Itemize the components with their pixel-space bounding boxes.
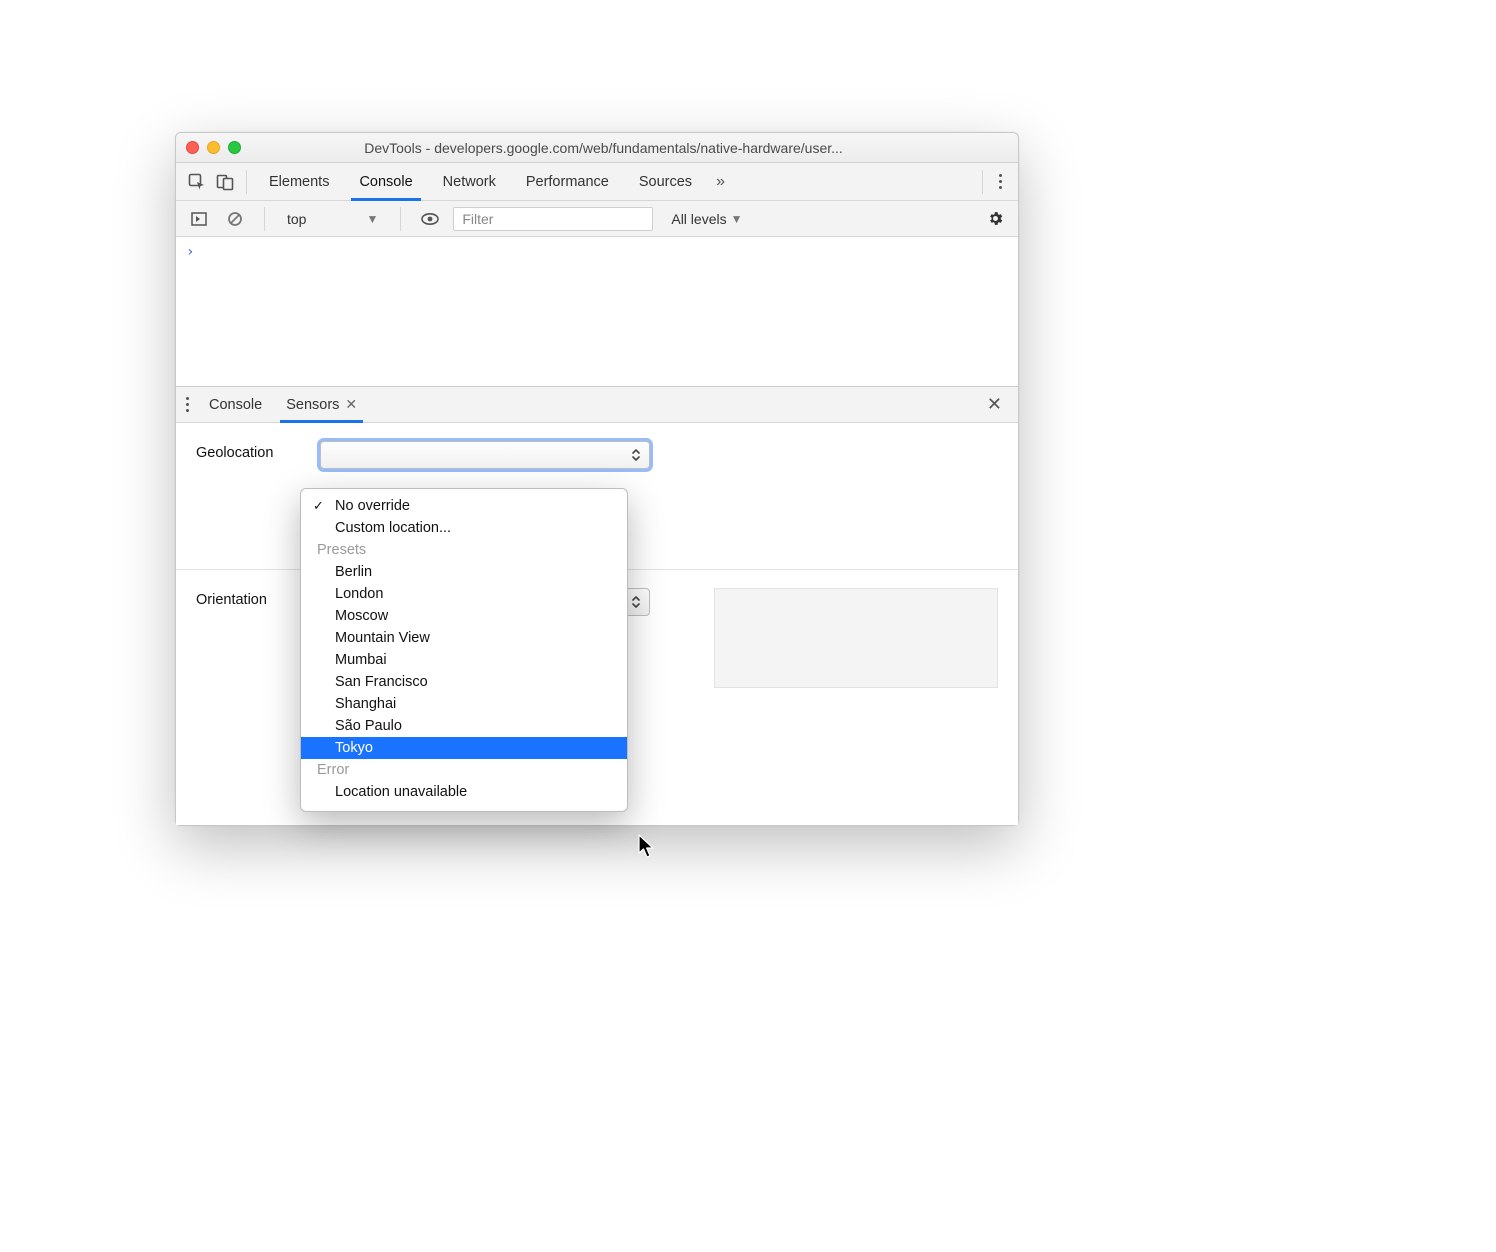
- tab-network[interactable]: Network: [429, 163, 510, 200]
- geo-preset-moscow[interactable]: Moscow: [301, 605, 627, 627]
- geo-preset-sao-paulo[interactable]: São Paulo: [301, 715, 627, 737]
- geo-preset-san-francisco[interactable]: San Francisco: [301, 671, 627, 693]
- geo-preset-tokyo[interactable]: Tokyo: [301, 737, 627, 759]
- console-output[interactable]: ›: [176, 237, 1018, 387]
- tabs-overflow-icon[interactable]: »: [708, 173, 733, 191]
- separator: [264, 207, 265, 231]
- dropdown-triangle-icon: ▼: [366, 212, 378, 226]
- geo-option-no-override[interactable]: No override: [301, 495, 627, 517]
- close-tab-icon[interactable]: ✕: [345, 396, 357, 413]
- geo-preset-london[interactable]: London: [301, 583, 627, 605]
- separator: [246, 170, 247, 194]
- separator: [982, 170, 983, 194]
- drawer-tab-label: Sensors: [286, 397, 339, 413]
- execution-context-select[interactable]: top ▼: [281, 209, 384, 229]
- main-tab-bar: Elements Console Network Performance Sou…: [176, 163, 1018, 201]
- console-toolbar: top ▼ All levels ▼: [176, 201, 1018, 237]
- geo-preset-mumbai[interactable]: Mumbai: [301, 649, 627, 671]
- minimize-window-button[interactable]: [207, 141, 220, 154]
- drawer-tab-bar: Console Sensors ✕ ✕: [176, 387, 1018, 423]
- select-arrows-icon: [631, 595, 641, 609]
- drawer-menu-button[interactable]: [182, 397, 197, 412]
- live-expression-icon[interactable]: [417, 206, 443, 232]
- close-window-button[interactable]: [186, 141, 199, 154]
- console-settings-icon[interactable]: [982, 206, 1008, 232]
- console-sidebar-toggle-icon[interactable]: [186, 206, 212, 232]
- orientation-label: Orientation: [196, 588, 306, 608]
- geolocation-label: Geolocation: [196, 441, 306, 461]
- geo-group-error: Error: [301, 759, 627, 781]
- separator: [400, 207, 401, 231]
- tab-performance[interactable]: Performance: [512, 163, 623, 200]
- geolocation-select[interactable]: [320, 441, 650, 469]
- tab-sources[interactable]: Sources: [625, 163, 706, 200]
- execution-context-value: top: [287, 211, 306, 227]
- geo-group-presets: Presets: [301, 539, 627, 561]
- select-arrows-icon: [631, 448, 641, 462]
- geolocation-row: Geolocation: [196, 441, 998, 469]
- console-filter-input[interactable]: [453, 207, 653, 231]
- drawer-tab-console[interactable]: Console: [197, 387, 274, 422]
- main-menu-button[interactable]: [991, 174, 1010, 189]
- close-drawer-icon[interactable]: ✕: [977, 394, 1012, 415]
- window-controls: [186, 141, 241, 154]
- tab-console[interactable]: Console: [345, 163, 426, 200]
- drawer-tab-sensors[interactable]: Sensors ✕: [274, 387, 369, 422]
- tab-elements[interactable]: Elements: [255, 163, 343, 200]
- titlebar: DevTools - developers.google.com/web/fun…: [176, 133, 1018, 163]
- device-toggle-icon[interactable]: [212, 169, 238, 195]
- console-prompt-icon: ›: [186, 244, 194, 260]
- log-levels-label: All levels: [671, 211, 726, 227]
- geo-option-custom[interactable]: Custom location...: [301, 517, 627, 539]
- inspect-element-icon[interactable]: [184, 169, 210, 195]
- geo-preset-berlin[interactable]: Berlin: [301, 561, 627, 583]
- geo-preset-shanghai[interactable]: Shanghai: [301, 693, 627, 715]
- geo-preset-mountain-view[interactable]: Mountain View: [301, 627, 627, 649]
- orientation-preview[interactable]: [714, 588, 998, 688]
- cursor-icon: [638, 834, 658, 860]
- geo-error-unavailable[interactable]: Location unavailable: [301, 781, 627, 803]
- log-levels-select[interactable]: All levels ▼: [671, 211, 742, 227]
- maximize-window-button[interactable]: [228, 141, 241, 154]
- geolocation-dropdown: No override Custom location... Presets B…: [300, 488, 628, 812]
- dropdown-triangle-icon: ▼: [731, 212, 743, 226]
- clear-console-icon[interactable]: [222, 206, 248, 232]
- window-title: DevTools - developers.google.com/web/fun…: [249, 140, 1008, 156]
